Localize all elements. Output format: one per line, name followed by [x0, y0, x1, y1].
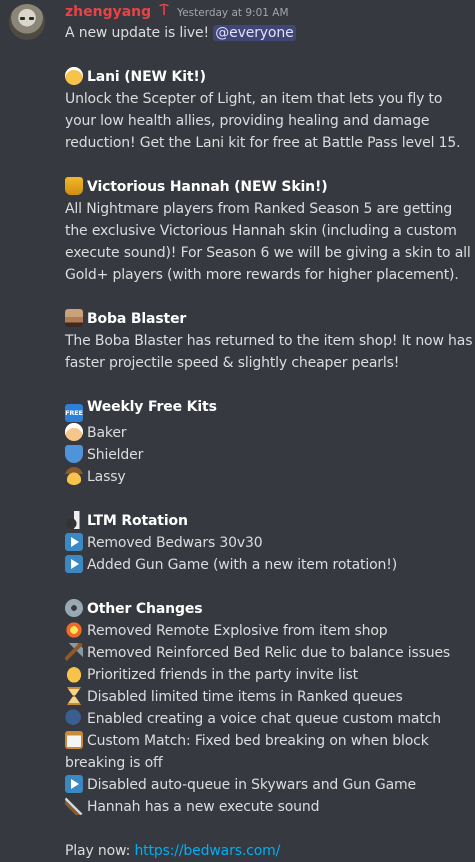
other-label: Enabled creating a voice chat queue cust…: [87, 711, 441, 727]
lani-body-line: Unlock the Scepter of Light, an item tha…: [65, 91, 443, 107]
hammer-icon: [65, 643, 83, 661]
other-item: Custom Match: Fixed bed breaking on when…: [65, 730, 465, 752]
free-kits-title: Weekly Free Kits: [87, 399, 217, 415]
other-label: Disabled limited time items in Ranked qu…: [87, 689, 403, 705]
hannah-title: Victorious Hannah (NEW Skin!): [87, 179, 328, 195]
bedwars-link[interactable]: https://bedwars.com/: [134, 843, 280, 859]
other-item: Hannah has a new execute sound: [65, 796, 465, 818]
other-label: Removed Remote Explosive from item shop: [87, 623, 388, 639]
lani-title: Lani (NEW Kit!): [87, 69, 206, 85]
play-now-line: Play now: https://bedwars.com/: [65, 840, 465, 862]
hannah-body-line: the exclusive Victorious Hannah skin (in…: [65, 223, 457, 239]
other-item: Removed Remote Explosive from item shop: [65, 620, 465, 642]
other-label: Prioritized friends in the party invite …: [87, 667, 358, 683]
free-kits-heading: FREE Weekly Free Kits: [65, 396, 465, 422]
bubble-tea-icon: [65, 309, 83, 327]
ltm-heading: LTM Rotation: [65, 510, 465, 532]
ltm-title: LTM Rotation: [87, 513, 188, 529]
lani-heading: Lani (NEW Kit!): [65, 66, 465, 88]
hannah-heading: Victorious Hannah (NEW Skin!): [65, 176, 465, 198]
ltm-label: Removed Bedwars 30v30: [87, 535, 263, 551]
other-item: Enabled creating a voice chat queue cust…: [65, 708, 465, 730]
clipboard-icon: [65, 731, 83, 749]
cowboy-icon: [65, 467, 83, 485]
other-item-continuation: breaking is off: [65, 755, 163, 771]
other-heading: Other Changes: [65, 598, 465, 620]
other-item: Disabled limited time items in Ranked qu…: [65, 686, 465, 708]
play-now-label: Play now:: [65, 843, 131, 859]
ltm-label: Added Gun Game (with a new item rotation…: [87, 557, 398, 573]
everyone-mention[interactable]: @everyone: [213, 25, 296, 41]
hannah-body-line: execute sound)! For Season 6 we will be …: [65, 245, 471, 261]
pickaxe-role-icon: [158, 3, 170, 16]
boba-body-line: The Boba Blaster has returned to the ite…: [65, 333, 473, 349]
dagger-icon: [65, 797, 83, 815]
other-label: Hannah has a new execute sound: [87, 799, 320, 815]
free-badge-icon: FREE: [65, 404, 83, 422]
lani-body-line: your low health allies, providing healin…: [65, 113, 430, 129]
other-label: Disabled auto-queue in Skywars and Gun G…: [87, 777, 416, 793]
hannah-body-line: Gold+ players (with more rewards for hig…: [65, 267, 459, 283]
intro-line: A new update is live! @everyone: [65, 22, 465, 44]
avatar[interactable]: [9, 4, 45, 40]
other-item: Disabled auto-queue in Skywars and Gun G…: [65, 774, 465, 796]
free-kit-label: Baker: [87, 425, 127, 441]
free-kit-label: Lassy: [87, 469, 126, 485]
gear-icon: [65, 599, 83, 617]
trophy-icon: [65, 177, 83, 195]
handshake-icon: [65, 665, 83, 683]
boba-title: Boba Blaster: [87, 311, 187, 327]
free-kit-item: Lassy: [65, 466, 465, 488]
other-item: Removed Reinforced Bed Relic due to bala…: [65, 642, 465, 664]
play-button-icon: [65, 555, 83, 573]
chat-message: zhengyang Yesterday at 9:01 AM A new upd…: [0, 0, 475, 862]
username[interactable]: zhengyang: [65, 4, 151, 20]
smiling-halo-icon: [65, 67, 83, 85]
hourglass-icon: [66, 687, 82, 705]
bowling-icon: [65, 511, 83, 529]
hannah-body-line: All Nightmare players from Ranked Season…: [65, 201, 453, 217]
timestamp[interactable]: Yesterday at 9:01 AM: [177, 7, 288, 19]
boba-heading: Boba Blaster: [65, 308, 465, 330]
other-title: Other Changes: [87, 601, 203, 617]
message-content: A new update is live! @everyone Lani (NE…: [65, 22, 473, 862]
boba-body-line: faster projectile speed & slightly cheap…: [65, 355, 400, 371]
ltm-item: Removed Bedwars 30v30: [65, 532, 465, 554]
ltm-item: Added Gun Game (with a new item rotation…: [65, 554, 465, 576]
shield-icon: [65, 445, 83, 463]
play-button-icon: [65, 533, 83, 551]
cook-icon: [65, 423, 83, 441]
other-label: Removed Reinforced Bed Relic due to bala…: [87, 645, 451, 661]
other-item: Prioritized friends in the party invite …: [65, 664, 465, 686]
lani-body-line: reduction! Get the Lani kit for free at …: [65, 135, 461, 151]
free-kit-item: Shielder: [65, 444, 465, 466]
speaking-head-icon: [65, 709, 83, 727]
play-button-icon: [65, 775, 83, 793]
intro-text: A new update is live!: [65, 25, 209, 41]
free-kit-item: Baker: [65, 422, 465, 444]
free-kit-label: Shielder: [87, 447, 144, 463]
other-label: Custom Match: Fixed bed breaking on when…: [87, 733, 429, 749]
message-header: zhengyang Yesterday at 9:01 AM: [65, 2, 465, 22]
explosion-icon: [65, 621, 83, 639]
